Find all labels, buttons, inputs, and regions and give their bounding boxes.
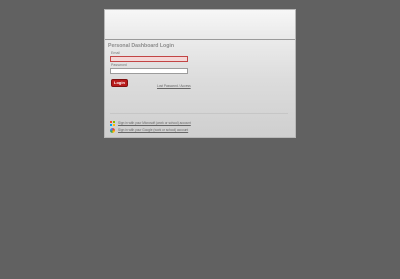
page-title: Personal Dashboard Login	[108, 43, 175, 49]
panel-header	[105, 10, 295, 39]
header-divider	[105, 39, 295, 40]
microsoft-signin-row[interactable]: Sign in with your Microsoft (work or sch…	[110, 120, 191, 126]
login-panel: Personal Dashboard Login Email Password …	[104, 9, 296, 138]
google-signin-link[interactable]: Sign in with your Google (work or school…	[118, 128, 188, 132]
google-icon	[110, 127, 115, 133]
password-label: Password	[111, 63, 127, 67]
microsoft-signin-link[interactable]: Sign in with your Microsoft (work or sch…	[118, 121, 191, 125]
password-field[interactable]	[110, 68, 188, 74]
email-label: Email	[111, 51, 120, 55]
google-signin-row[interactable]: Sign in with your Google (work or school…	[110, 127, 188, 133]
email-field[interactable]	[110, 56, 188, 62]
microsoft-icon	[110, 120, 115, 126]
forgot-password-link[interactable]: Lost Password / Access	[157, 84, 191, 88]
sso-divider	[110, 113, 288, 114]
login-button[interactable]: Login	[111, 79, 128, 87]
